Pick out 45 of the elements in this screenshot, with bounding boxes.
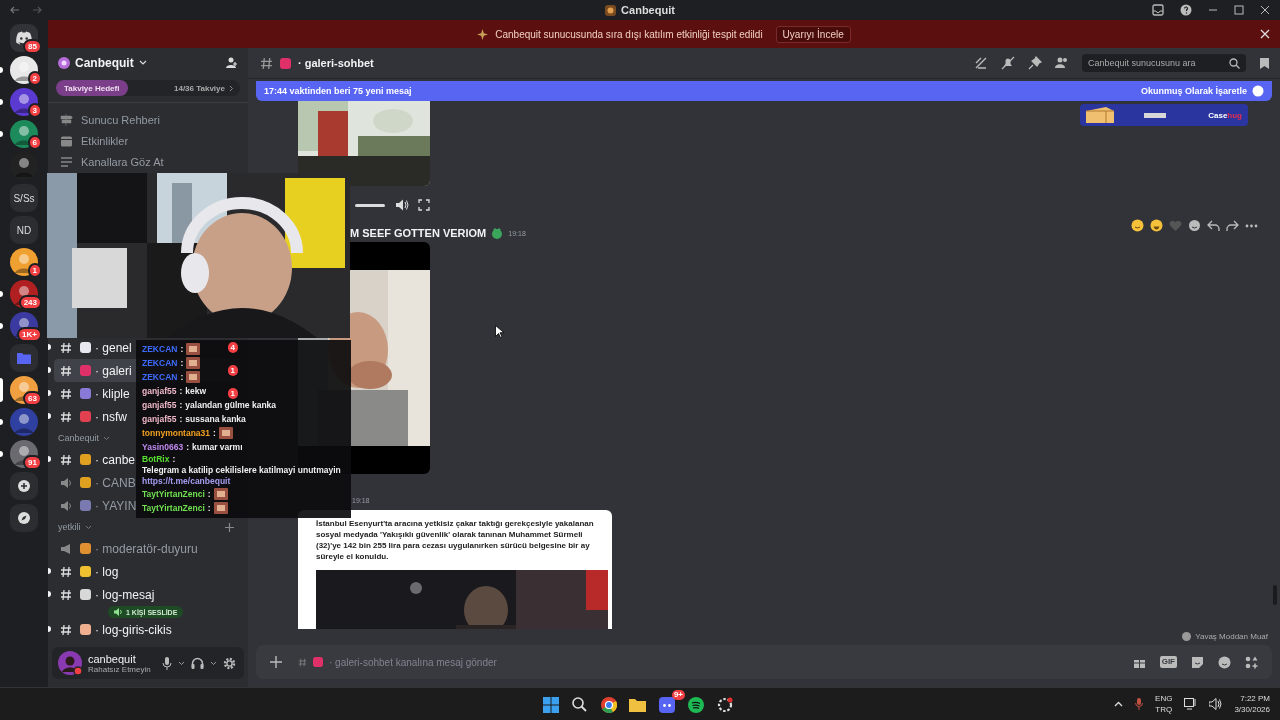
- chat-separator: :: [186, 441, 189, 453]
- chat-separator: :: [180, 343, 184, 355]
- chat-message-text: sussana kanka: [185, 413, 246, 425]
- chat-username: ZEKCAN: [142, 343, 178, 355]
- chat-separator: :: [180, 371, 184, 383]
- chat-username: ZEKCAN: [142, 371, 178, 383]
- alert-message: Canbequit sunucusunda sıra dışı katılım etkinliği tespit edildi: [495, 28, 763, 40]
- chat-username: ganjaf55: [142, 399, 177, 411]
- chat-username: ZEKCAN: [142, 357, 178, 369]
- chat-separator: :: [179, 399, 183, 411]
- chat-username: ganjaf55: [142, 385, 177, 397]
- window-title: Canbequit: [621, 4, 675, 16]
- boost-count: 14/36 Takviye: [174, 83, 225, 93]
- news-text: İstanbul Esenyurt'ta aracına yetkisiz çakar taktığı gerekçesiyle yakalanan sosyal medyada 'Yakışıklı güvenlik' olarak tanınan Muhammet Sürmeli (32)'ye 142 bin 255 lira para cezası uygulanırken sürücü belgesine bir ay süreyle el konuldu.: [316, 518, 595, 562]
- brand-logo-text: Casehug: [1208, 110, 1242, 120]
- unread-badge: 1K+: [17, 327, 42, 342]
- chat-separator: :: [179, 413, 183, 425]
- username: canbequit: [88, 652, 136, 665]
- new-messages-text: 17:44 vaktinden beri 75 yeni mesaj: [264, 86, 412, 96]
- chat-separator: :: [207, 502, 211, 514]
- chat-separator: :: [213, 427, 216, 439]
- chat-username: TaytYirtanZenci: [142, 488, 205, 500]
- chat-username: tonnymontana31: [142, 427, 210, 439]
- chat-separator: :: [207, 488, 211, 500]
- user-status: Rahatsız Etmeyin: [88, 664, 151, 674]
- chat-separator: :: [180, 357, 184, 369]
- slowmode-exempt-text: Yavaş Moddan Muaf: [1195, 631, 1268, 641]
- chat-username: BotRix: [142, 454, 170, 465]
- unread-badge: 91: [23, 455, 42, 470]
- chat-message-text: kumar varmı: [191, 441, 243, 453]
- unread-badge: 63: [23, 391, 42, 406]
- chat-message-text: yalandan gülme kanka: [185, 399, 277, 411]
- message-text: M SEEF GOTTEN VERIOM: [350, 227, 487, 239]
- boost-goal-label: Takviye Hedefi: [63, 82, 121, 95]
- chat-separator: :: [179, 385, 183, 397]
- unread-badge: 243: [18, 295, 42, 310]
- chat-username: TaytYirtanZenci: [142, 502, 205, 514]
- chat-username: ganjaf55: [142, 413, 177, 425]
- chat-message-text: Telegram a katilip cekilislere katilmayi unutmayin: [142, 465, 341, 476]
- chat-separator: :: [172, 454, 176, 465]
- notification-badge: 9+: [671, 690, 685, 700]
- chat-message-text: kekw: [185, 385, 207, 397]
- chat-username: Yasin0663: [142, 441, 184, 453]
- channel-title: · galeri-sohbet: [298, 57, 374, 69]
- unread-badge: 85: [23, 39, 42, 54]
